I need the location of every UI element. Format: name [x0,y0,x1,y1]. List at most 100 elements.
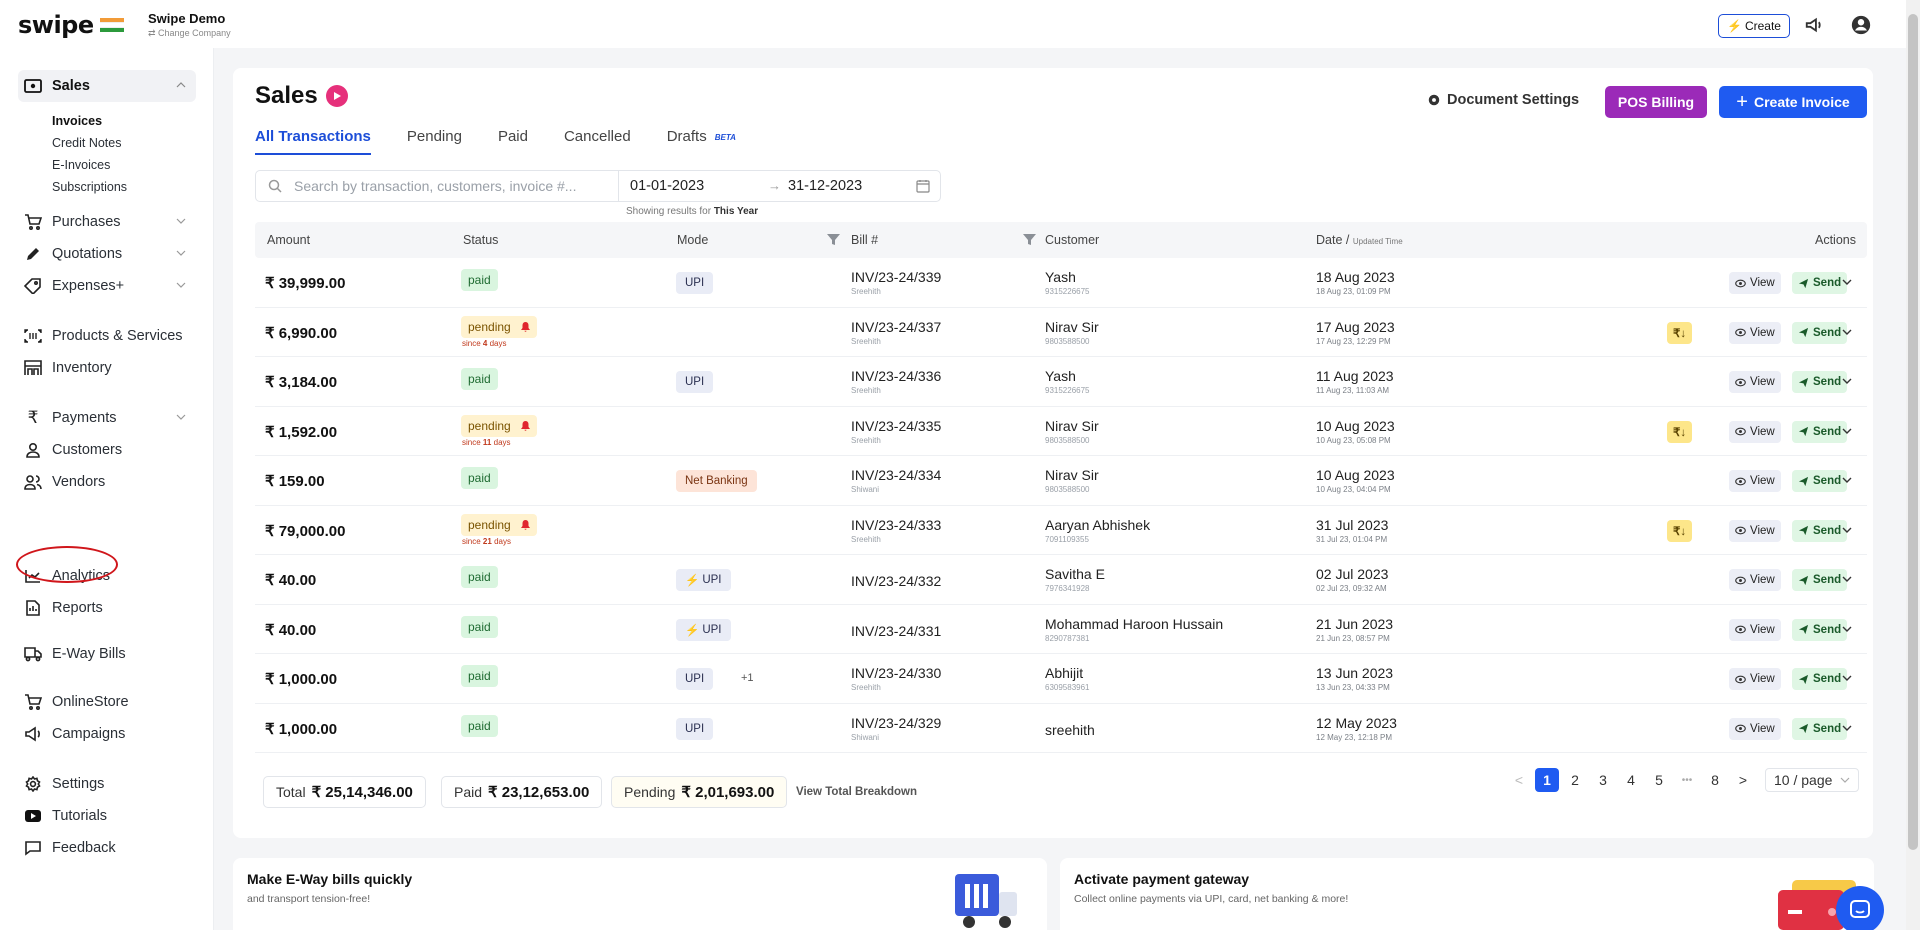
bill-number[interactable]: INV/23-24/329 [851,715,941,731]
send-button[interactable]: Send [1792,519,1848,542]
send-button[interactable]: Send [1792,668,1848,690]
sidebar-item-inventory[interactable]: Inventory [18,352,196,384]
document-settings-button[interactable]: Document Settings [1427,92,1579,108]
bill-number[interactable]: INV/23-24/331 [851,623,941,639]
chevron-down-icon[interactable] [1842,525,1852,535]
col-date[interactable]: Date / Updated Time [1316,233,1403,247]
search-input[interactable] [294,178,594,194]
table-row[interactable]: ₹ 1,000.00 paid UPI +1 INV/23-24/330 Sreehith… [255,654,1867,704]
payment-gateway-promo-card[interactable]: Activate payment gateway Collect online … [1060,858,1874,930]
sidebar-item-eway-bills[interactable]: E-Way Bills [18,638,196,670]
sidebar-sub-e-invoices[interactable]: E-Invoices [18,154,196,176]
page-3[interactable]: 3 [1591,768,1615,792]
send-button[interactable]: Send [1792,470,1848,492]
col-bill[interactable]: Bill # [851,233,878,247]
payment-mode-more[interactable]: +1 [741,672,754,684]
table-row[interactable]: ₹ 159.00 paid Net Banking INV/23-24/334 Shiw… [255,456,1867,506]
send-button[interactable]: Send [1792,717,1848,740]
tab-pending[interactable]: Pending [407,128,462,155]
page-1[interactable]: 1 [1535,768,1559,792]
view-button[interactable]: View [1729,668,1781,690]
view-button[interactable]: View [1729,717,1781,740]
create-button[interactable]: ⚡ Create [1718,14,1790,38]
view-button[interactable]: View [1729,569,1781,591]
support-chat-button[interactable] [1836,886,1884,930]
customer-name[interactable]: sreehith [1045,722,1095,738]
tab-paid[interactable]: Paid [498,128,528,155]
sidebar-item-vendors[interactable]: Vendors [18,466,196,498]
bill-number[interactable]: INV/23-24/335 [851,418,941,434]
sidebar-sub-credit-notes[interactable]: Credit Notes [18,132,196,154]
chevron-down-icon[interactable] [1842,723,1852,733]
customer-name[interactable]: Savitha E [1045,566,1105,582]
sidebar-item-expenses[interactable]: Expenses+ [18,270,196,302]
sidebar-item-products[interactable]: Products & Services [18,320,196,352]
col-customer[interactable]: Customer [1045,233,1099,247]
send-button[interactable]: Send [1792,618,1848,641]
send-button[interactable]: Send [1792,569,1848,591]
play-video-icon[interactable] [325,85,348,107]
bill-number[interactable]: INV/23-24/337 [851,319,941,335]
chevron-down-icon[interactable] [1842,475,1852,485]
create-invoice-button[interactable]: + Create Invoice [1719,86,1867,118]
send-button[interactable]: Send [1792,420,1848,443]
send-button[interactable]: Send [1792,272,1848,294]
filter-icon[interactable] [1023,233,1036,246]
col-mode[interactable]: Mode [677,233,708,247]
page-scrollbar[interactable] [1906,0,1920,930]
page-4[interactable]: 4 [1619,768,1643,792]
page-5[interactable]: 5 [1647,768,1671,792]
change-company-link[interactable]: ⇄ Change Company [148,28,231,39]
next-page-button[interactable]: > [1731,768,1755,792]
sidebar-item-quotations[interactable]: Quotations [18,238,196,270]
page-8[interactable]: 8 [1703,768,1727,792]
eway-promo-card[interactable]: Make E-Way bills quickly and transport t… [233,858,1047,930]
prev-page-button[interactable]: < [1507,768,1531,792]
sidebar-item-payments[interactable]: ₹ Payments [18,402,196,434]
table-row[interactable]: ₹ 1,592.00 pending since 11 days INV/23-24/… [255,407,1867,456]
sidebar-item-reports[interactable]: Reports [18,592,196,624]
table-row[interactable]: ₹ 39,999.00 paid UPI INV/23-24/339 Sreehith Y… [255,258,1867,308]
user-avatar-icon[interactable] [1850,14,1872,36]
record-payment-button[interactable]: ₹↓ [1667,519,1693,542]
customer-name[interactable]: Abhijit [1045,665,1083,681]
tab-all-transactions[interactable]: All Transactions [255,128,371,155]
view-button[interactable]: View [1729,519,1781,542]
page-2[interactable]: 2 [1563,768,1587,792]
sidebar-item-tutorials[interactable]: Tutorials [18,800,196,832]
view-total-breakdown-link[interactable]: View Total Breakdown [796,786,917,798]
sidebar-item-customers[interactable]: Customers [18,434,196,466]
table-row[interactable]: ₹ 1,000.00 paid UPI INV/23-24/329 Shiwani sre… [255,704,1867,753]
page-size-select[interactable]: 10 / page [1765,768,1860,792]
customer-name[interactable]: Nirav Sir [1045,319,1099,335]
scrollbar-thumb[interactable] [1908,14,1918,850]
bill-number[interactable]: INV/23-24/333 [851,517,941,533]
chevron-down-icon[interactable] [1842,327,1852,337]
bell-icon[interactable] [520,321,530,332]
table-row[interactable]: ₹ 3,184.00 paid UPI INV/23-24/336 Sreehith Ya… [255,357,1867,407]
chevron-down-icon[interactable] [1842,426,1852,436]
view-button[interactable]: View [1729,420,1781,443]
sidebar-item-campaigns[interactable]: Campaigns [18,718,196,750]
sidebar-sub-subscriptions[interactable]: Subscriptions [18,176,196,198]
customer-name[interactable]: Yash [1045,269,1076,285]
chevron-down-icon[interactable] [1842,673,1852,683]
col-amount[interactable]: Amount [267,233,310,247]
view-button[interactable]: View [1729,618,1781,641]
send-button[interactable]: Send [1792,371,1848,393]
customer-name[interactable]: Nirav Sir [1045,418,1099,434]
sidebar-item-feedback[interactable]: Feedback [18,832,196,864]
filter-icon[interactable] [827,233,840,246]
sidebar-item-settings[interactable]: Settings [18,768,196,800]
view-button[interactable]: View [1729,272,1781,294]
view-button[interactable]: View [1729,321,1781,344]
megaphone-icon[interactable] [1804,14,1826,36]
bill-number[interactable]: INV/23-24/332 [851,573,941,589]
sidebar-sub-invoices[interactable]: Invoices [18,110,196,132]
swipe-logo[interactable]: swipe [18,11,124,39]
bill-number[interactable]: INV/23-24/336 [851,368,941,384]
date-to-input[interactable]: 31-12-2023 [788,178,862,194]
pos-billing-button[interactable]: POS Billing [1605,86,1707,118]
customer-name[interactable]: Mohammad Haroon Hussain [1045,616,1223,632]
bill-number[interactable]: INV/23-24/330 [851,665,941,681]
